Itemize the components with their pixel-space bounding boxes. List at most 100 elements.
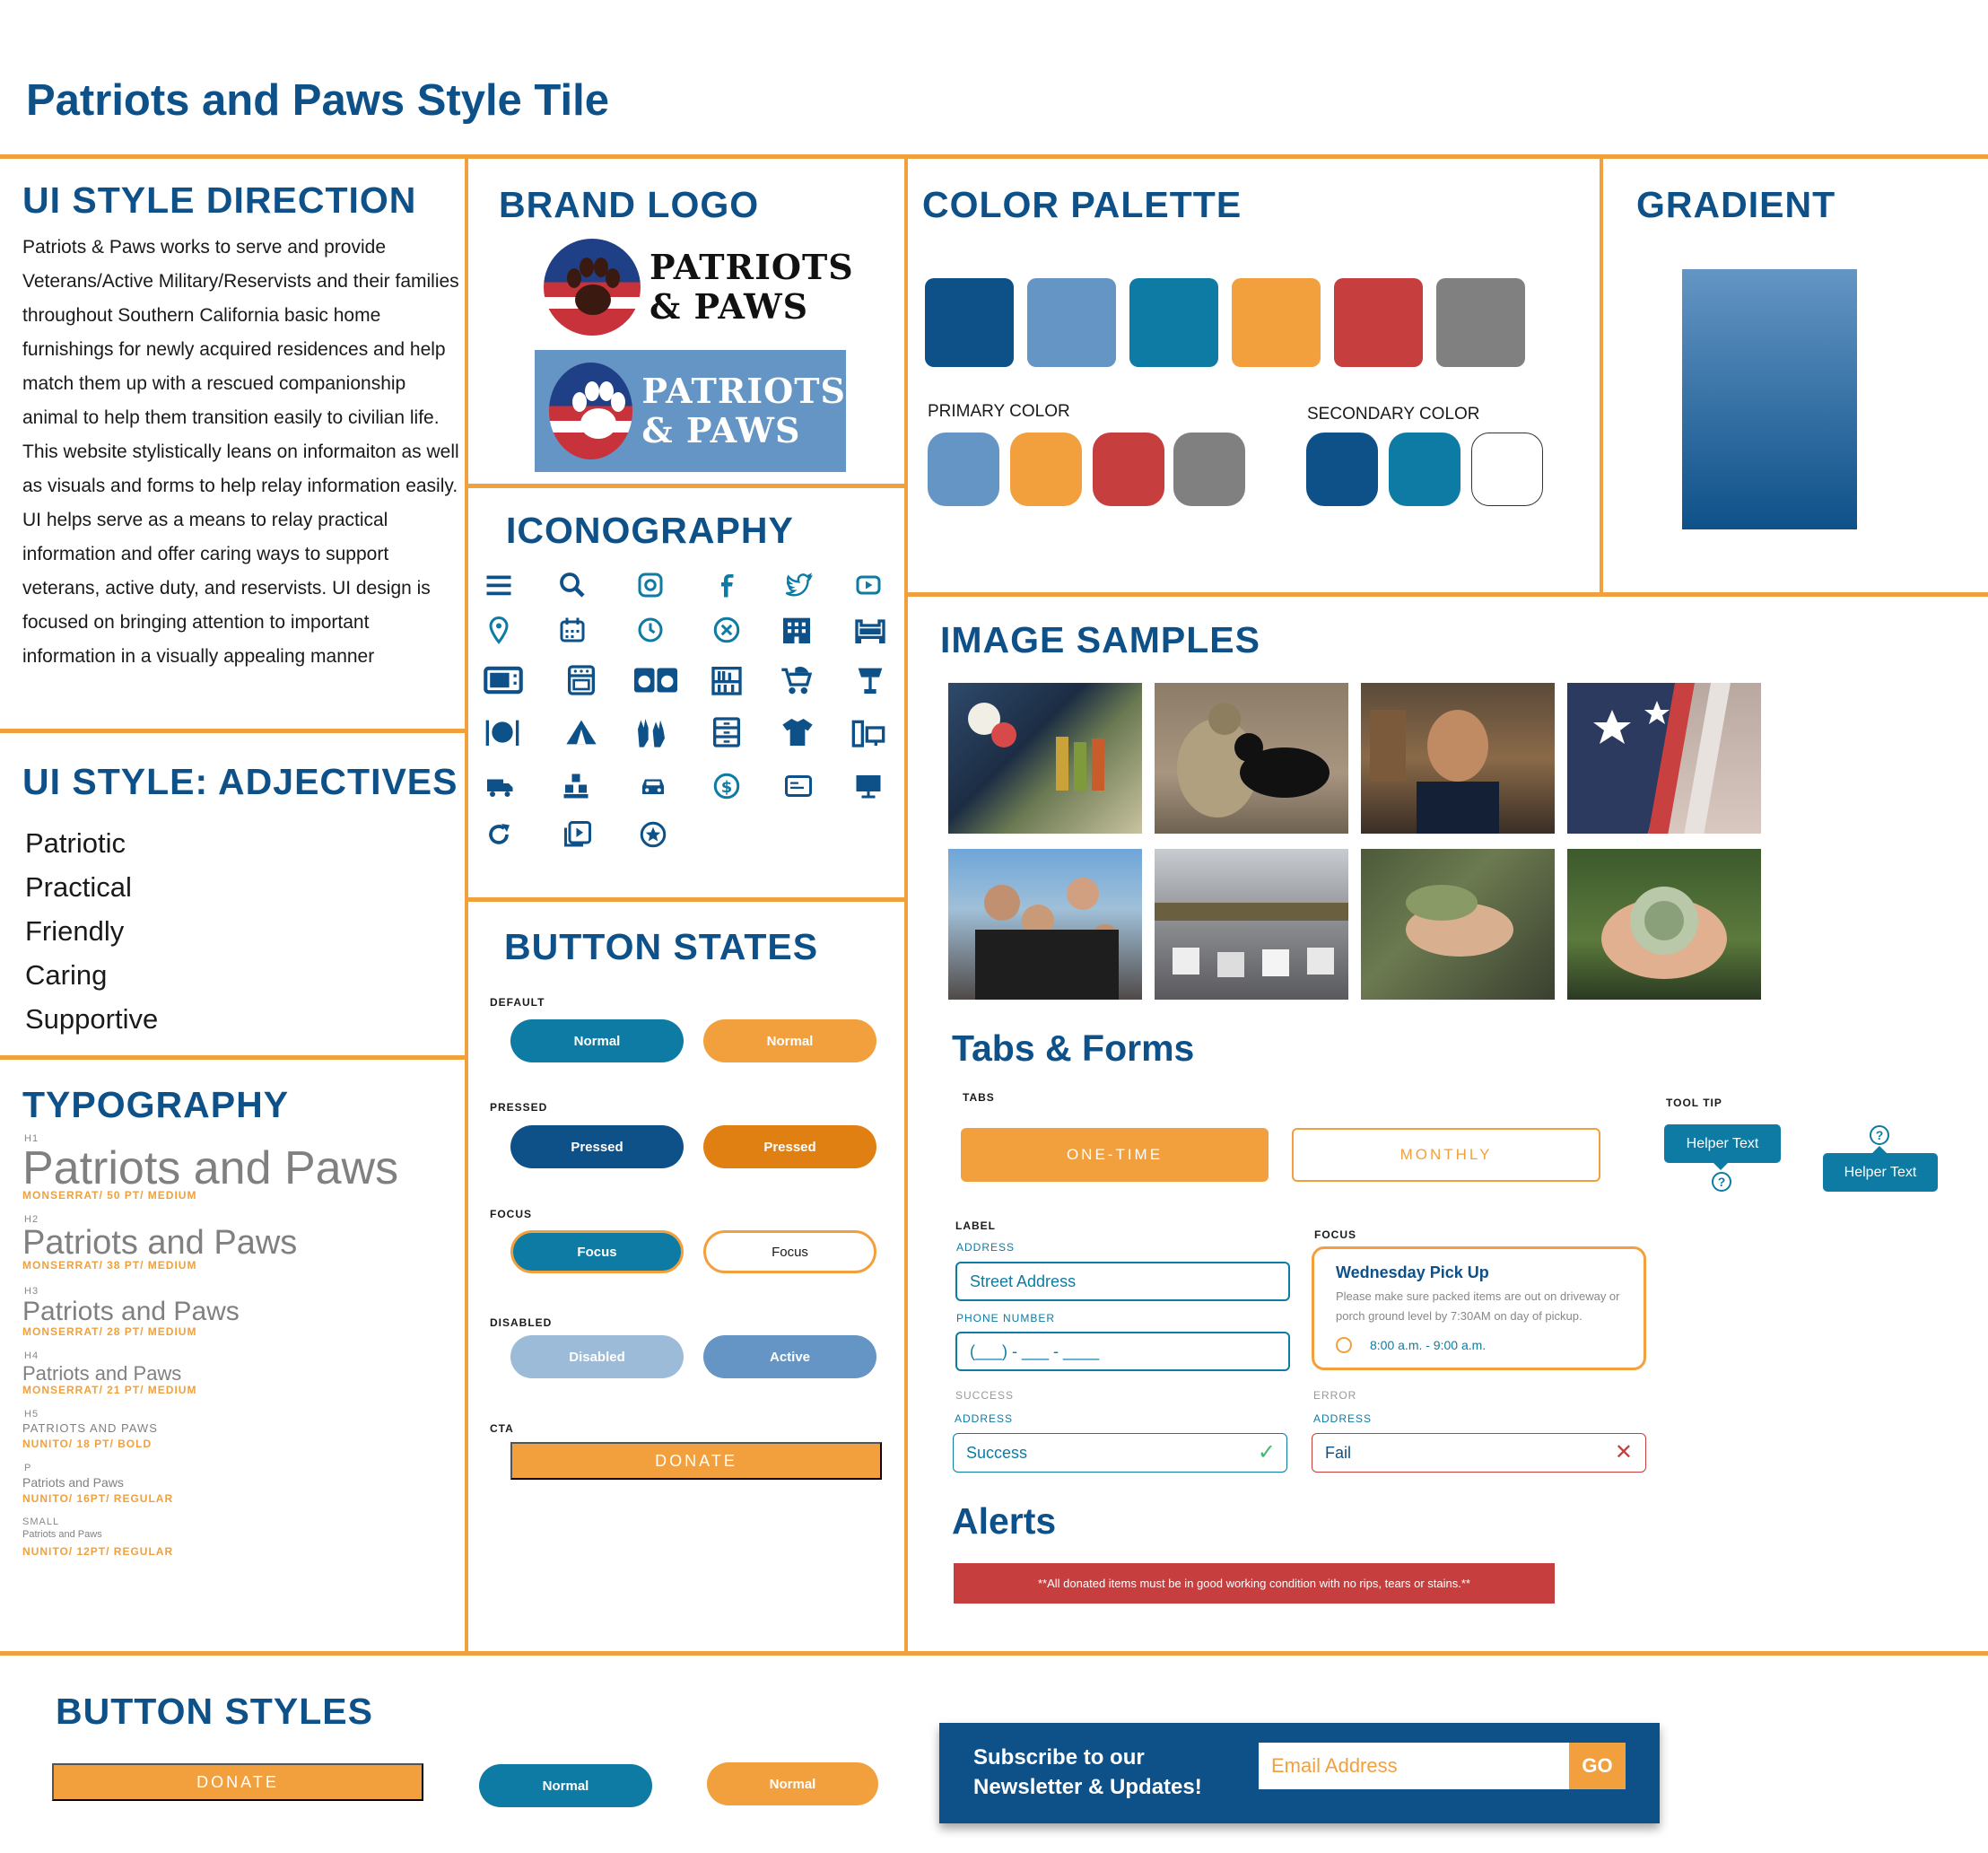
tooltip-arrow — [1872, 1146, 1887, 1153]
phone-input[interactable]: (___) - ___ - ____ — [955, 1332, 1290, 1371]
logo-line1: PATRIOTS — [650, 247, 854, 287]
typo-sample-h5: PATRIOTS AND PAWS — [22, 1421, 158, 1435]
focus-button-teal[interactable]: Focus — [510, 1230, 684, 1273]
error-label: ERROR — [1313, 1389, 1357, 1402]
photo-family — [948, 849, 1142, 1000]
typo-tag-small: SMALL — [22, 1516, 60, 1527]
typo-tag-h4: H4 — [24, 1350, 39, 1361]
typo-meta-h5: NUNITO/ 18 PT/ BOLD — [22, 1438, 153, 1450]
normal-button-teal[interactable]: Normal — [479, 1764, 652, 1807]
disabled-button[interactable]: Disabled — [510, 1335, 684, 1378]
stroller-icon — [777, 662, 816, 698]
divider — [0, 1055, 466, 1060]
primary-swatch — [1093, 433, 1164, 506]
car-icon — [637, 770, 669, 802]
search-icon — [556, 569, 589, 601]
refresh-icon — [483, 818, 515, 851]
help-circle-icon[interactable]: ? — [1712, 1172, 1731, 1192]
typo-tag-h5: H5 — [24, 1409, 39, 1420]
divider — [904, 154, 908, 1653]
gloves-icon — [632, 714, 671, 750]
error-input[interactable]: Fail ✕ — [1312, 1433, 1646, 1473]
bed-icon — [852, 612, 888, 648]
success-label: SUCCESS — [955, 1389, 1015, 1402]
address-label: ADDRESS — [956, 1241, 1016, 1254]
monitor-icon — [852, 770, 885, 802]
page-title: Patriots and Paws Style Tile — [26, 76, 609, 125]
focus-card-title: Wednesday Pick Up — [1336, 1263, 1489, 1281]
twitter-icon — [782, 569, 815, 601]
normal-button-teal[interactable]: Normal — [510, 1019, 684, 1062]
photo-money-hands — [1567, 849, 1761, 1000]
logo-line1: PATRIOTS — [641, 371, 846, 411]
youtube-icon — [852, 569, 885, 601]
tooltip-helper: Helper Text — [1664, 1124, 1781, 1163]
facebook-icon — [711, 569, 743, 601]
divider — [1600, 154, 1603, 594]
email-input[interactable] — [1259, 1743, 1569, 1789]
typo-sample-h1: Patriots and Paws — [22, 1142, 399, 1194]
adjective-item: Patriotic — [25, 827, 126, 859]
color-swatch — [1334, 278, 1423, 367]
normal-button-orange[interactable]: Normal — [707, 1762, 878, 1805]
state-label-cta: CTA — [490, 1422, 514, 1435]
success-input-value: Success — [966, 1443, 1028, 1462]
gradient-swatch — [1682, 269, 1857, 529]
newsletter-line2: Newsletter & Updates! — [973, 1775, 1202, 1799]
success-input[interactable]: Success ✓ — [953, 1433, 1287, 1473]
gradient-title: GRADIENT — [1636, 184, 1836, 225]
street-address-input[interactable]: Street Address — [955, 1262, 1290, 1301]
adjective-item: Practical — [25, 871, 132, 903]
secondary-swatch — [1306, 433, 1378, 506]
donate-button[interactable]: DONATE — [52, 1763, 423, 1801]
direction-body: Patriots & Paws works to serve and provi… — [22, 237, 459, 667]
lamp-icon — [852, 662, 888, 698]
pressed-button-orange[interactable]: Pressed — [703, 1125, 876, 1168]
microwave-icon — [483, 662, 524, 698]
color-swatch — [1129, 278, 1218, 367]
help-circle-icon[interactable]: ? — [1870, 1125, 1889, 1145]
video-library-icon — [562, 818, 594, 851]
adjective-item: Friendly — [25, 915, 125, 947]
tab-monthly[interactable]: MONTHLY — [1292, 1128, 1600, 1182]
primary-swatch — [928, 433, 999, 506]
go-button[interactable]: GO — [1569, 1743, 1626, 1789]
washer-dryer-icon — [632, 664, 680, 696]
alerts-title: Alerts — [952, 1500, 1057, 1542]
button-states-title: BUTTON STATES — [504, 926, 819, 967]
normal-button-orange[interactable]: Normal — [703, 1019, 876, 1062]
truck-icon — [484, 770, 517, 802]
photo-embrace — [1361, 849, 1555, 1000]
focus-card-body: Please make sure packed items are out on… — [1336, 1289, 1620, 1323]
color-swatch — [1436, 278, 1525, 367]
typo-sample-h2: Patriots and Paws — [22, 1224, 298, 1262]
tabs-forms-title: Tabs & Forms — [952, 1027, 1195, 1069]
typo-meta-p: NUNITO/ 16PT/ REGULAR — [22, 1492, 174, 1505]
building-icon — [779, 612, 815, 648]
focus-card[interactable]: Wednesday Pick Up Please make sure packe… — [1312, 1246, 1646, 1370]
paw-emblem-icon — [549, 363, 633, 459]
typo-meta-h1: MONSERRAT/ 50 PT/ MEDIUM — [22, 1189, 197, 1202]
direction-title: UI STYLE DIRECTION — [22, 179, 417, 221]
svg-text:$: $ — [721, 778, 733, 797]
photo-man-smiling — [1361, 683, 1555, 834]
primary-swatch — [1173, 433, 1245, 506]
donate-cta-button[interactable]: DONATE — [510, 1442, 882, 1480]
tooltip-label: TOOL TIP — [1666, 1097, 1722, 1109]
focus-card-time: 8:00 a.m. - 9:00 a.m. — [1370, 1338, 1487, 1352]
alert-banner: **All donated items must be in good work… — [954, 1563, 1555, 1604]
active-button[interactable]: Active — [703, 1335, 876, 1378]
dresser-icon — [709, 714, 745, 750]
state-label-pressed: PRESSED — [490, 1101, 548, 1114]
stove-icon — [563, 662, 599, 698]
pressed-button-navy[interactable]: Pressed — [510, 1125, 684, 1168]
focus-button-outline[interactable]: Focus — [703, 1230, 876, 1273]
tab-one-time[interactable]: ONE-TIME — [961, 1128, 1269, 1182]
brand-logo-blue: PATRIOTS & PAWS — [535, 350, 846, 472]
divider — [465, 154, 468, 1653]
secondary-color-label: SECONDARY COLOR — [1307, 405, 1480, 424]
typo-sample-small: Patriots and Paws — [22, 1529, 102, 1540]
typo-sample-p: Patriots and Paws — [22, 1475, 124, 1490]
close-icon: ✕ — [1614, 1440, 1633, 1464]
primary-swatch — [1010, 433, 1082, 506]
